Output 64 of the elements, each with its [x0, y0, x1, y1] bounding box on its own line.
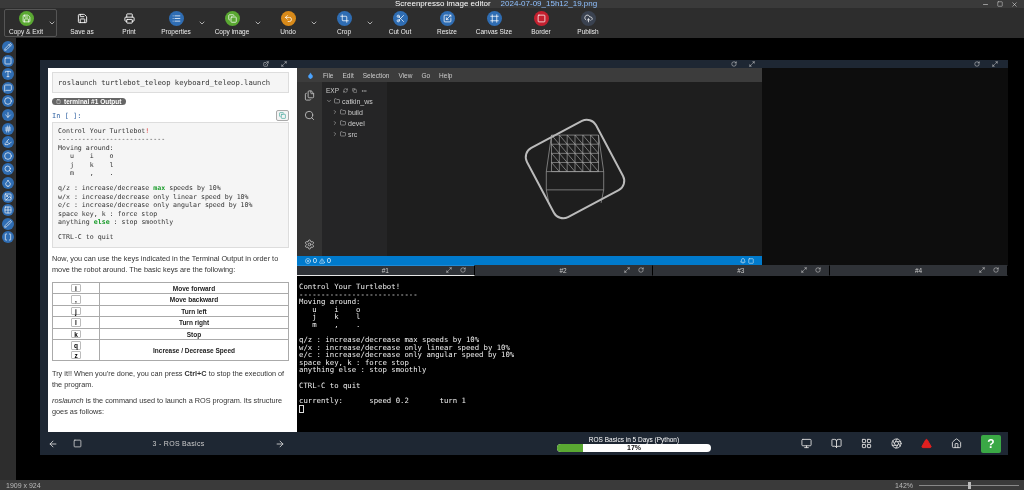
files-icon[interactable] [304, 90, 315, 101]
folder-icon [334, 98, 340, 104]
brackets-icon[interactable] [2, 231, 14, 244]
more-icon[interactable] [361, 87, 367, 94]
expand-icon[interactable] [801, 267, 808, 273]
error-icon [305, 257, 311, 264]
pen-icon[interactable] [2, 217, 14, 230]
folder-icon [340, 120, 346, 126]
settings-icon[interactable] [304, 239, 315, 250]
window-title: Screenpresso image editor 2024-07-09_15h12_19.png [395, 0, 598, 8]
grid-icon[interactable] [2, 204, 14, 217]
caret-icon [366, 19, 374, 27]
caret-icon [198, 19, 206, 27]
refresh-icon[interactable] [343, 88, 348, 93]
monitor-icon[interactable] [801, 438, 812, 449]
app-logo-icon [307, 71, 314, 79]
expand-icon[interactable] [992, 61, 998, 67]
document-icon [56, 99, 61, 104]
reload-icon[interactable] [637, 267, 644, 273]
chevron-down-icon [326, 98, 332, 104]
droplet-icon[interactable] [2, 176, 14, 189]
close-icon[interactable] [1011, 0, 1018, 8]
caret-icon [310, 19, 318, 27]
image-icon[interactable] [2, 190, 14, 203]
back-icon[interactable] [48, 438, 58, 449]
caret-icon [254, 19, 262, 27]
home-icon[interactable] [951, 438, 962, 449]
speech-bubble-icon[interactable] [2, 81, 14, 94]
folder-icon [340, 109, 346, 115]
external-link-icon[interactable] [263, 61, 269, 67]
book-icon[interactable] [831, 438, 842, 449]
reload-icon[interactable] [459, 267, 466, 273]
reload-icon[interactable] [993, 267, 999, 273]
pencil-icon[interactable] [2, 41, 14, 53]
ellipse-icon[interactable] [2, 149, 14, 162]
square-icon[interactable] [73, 439, 82, 448]
aperture-icon[interactable] [891, 438, 902, 449]
expand-icon[interactable] [979, 267, 985, 273]
grid-icon[interactable] [861, 438, 872, 449]
warning-icon [318, 257, 325, 264]
expand-icon[interactable] [281, 61, 287, 67]
magnifier-icon[interactable] [2, 163, 14, 176]
reload-icon[interactable] [974, 61, 980, 67]
copy-icon [279, 112, 286, 119]
zoom-thumb[interactable] [968, 481, 971, 489]
hash-icon[interactable] [2, 122, 14, 135]
text-icon[interactable] [2, 68, 14, 81]
forward-icon[interactable] [275, 438, 285, 449]
expand-icon[interactable] [623, 267, 630, 273]
highlighter-icon[interactable] [2, 136, 14, 149]
circle-icon[interactable] [2, 95, 14, 108]
cursor-icon [299, 404, 304, 413]
save-icon [76, 13, 88, 24]
printer-icon [123, 13, 135, 24]
expand-icon[interactable] [749, 61, 755, 67]
search-icon[interactable] [304, 110, 315, 121]
folder-icon [340, 131, 346, 137]
maximize-icon[interactable] [997, 0, 1003, 7]
reload-icon[interactable] [815, 267, 822, 273]
expand-icon[interactable] [445, 267, 452, 273]
reload-icon[interactable] [731, 61, 737, 67]
rectangle-icon[interactable] [2, 54, 14, 67]
warning-icon[interactable] [921, 438, 932, 449]
caret-icon [48, 19, 56, 27]
